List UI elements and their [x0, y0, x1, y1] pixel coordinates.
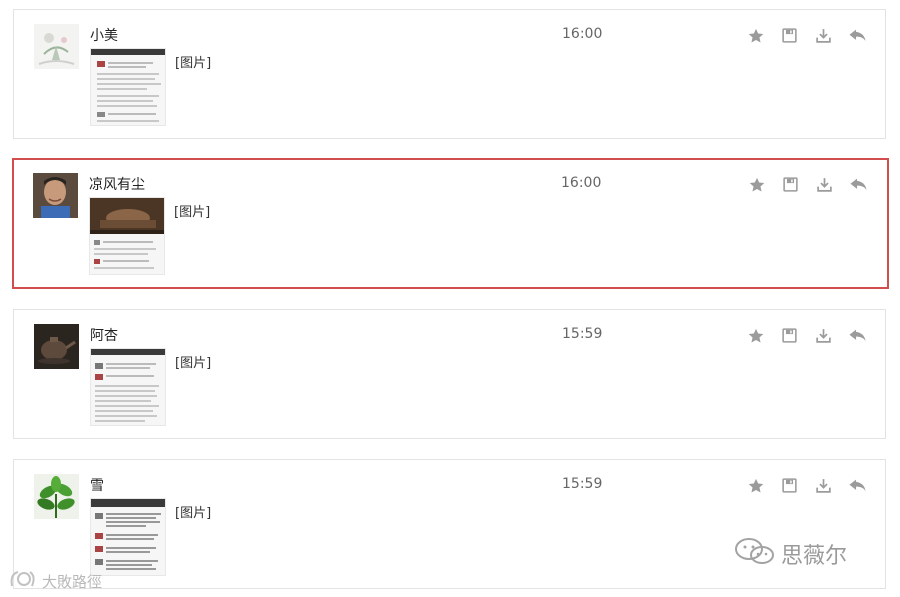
save-icon[interactable] — [780, 476, 799, 495]
save-icon[interactable] — [780, 26, 799, 45]
picture-label: [图片] — [175, 506, 212, 521]
message-time: 15:59 — [562, 326, 603, 342]
sender-name: 小美 — [90, 28, 118, 44]
save-icon[interactable] — [781, 175, 800, 194]
person-photo-avatar[interactable] — [33, 173, 78, 218]
sender-name: 雪 — [90, 478, 104, 494]
message-card[interactable]: 阿杏 15:59 [图片] — [13, 309, 886, 439]
star-icon[interactable] — [746, 26, 765, 45]
download-icon[interactable] — [815, 175, 834, 194]
green-plant-avatar[interactable] — [34, 474, 79, 519]
flower-painting-avatar[interactable] — [34, 24, 79, 69]
chat-screenshot-thumbnail[interactable] — [90, 348, 166, 426]
logo-icon — [8, 568, 38, 594]
sender-name: 阿杏 — [90, 328, 118, 344]
message-time: 15:59 — [562, 476, 603, 492]
star-icon[interactable] — [746, 476, 765, 495]
chat-screenshot-thumbnail[interactable] — [90, 498, 166, 576]
watermark-text: 思薇尔 — [781, 544, 848, 569]
picture-label: [图片] — [175, 356, 212, 371]
message-card[interactable]: 小美 16:00 [图片] — [13, 9, 886, 139]
message-list-page: 小美 16:00 [图片] 凉风有尘 16:00 [图片] 阿杏 15:59 [… — [0, 0, 900, 597]
sender-name: 凉风有尘 — [89, 177, 145, 193]
watermark-text: 大敗路徑 — [42, 572, 103, 591]
message-actions — [746, 326, 867, 345]
download-icon[interactable] — [814, 326, 833, 345]
reply-icon[interactable] — [848, 26, 867, 45]
download-icon[interactable] — [814, 26, 833, 45]
watermark-right: 思薇尔 — [733, 536, 847, 572]
picture-label: [图片] — [175, 56, 212, 71]
message-actions — [747, 175, 868, 194]
message-time: 16:00 — [562, 26, 603, 42]
save-icon[interactable] — [780, 326, 799, 345]
star-icon[interactable] — [746, 326, 765, 345]
tea-photo-chat-screenshot-thumbnail[interactable] — [89, 197, 165, 275]
download-icon[interactable] — [814, 476, 833, 495]
reply-icon[interactable] — [849, 175, 868, 194]
reply-icon[interactable] — [848, 476, 867, 495]
picture-label: [图片] — [174, 205, 211, 220]
message-card-highlighted[interactable]: 凉风有尘 16:00 [图片] — [12, 158, 889, 289]
message-actions — [746, 476, 867, 495]
teapot-avatar[interactable] — [34, 324, 79, 369]
reply-icon[interactable] — [848, 326, 867, 345]
wechat-icon — [733, 536, 777, 572]
message-time: 16:00 — [561, 175, 602, 191]
star-icon[interactable] — [747, 175, 766, 194]
chat-screenshot-thumbnail[interactable] — [90, 48, 166, 126]
message-actions — [746, 26, 867, 45]
watermark-left: 大敗路徑 — [8, 568, 102, 594]
